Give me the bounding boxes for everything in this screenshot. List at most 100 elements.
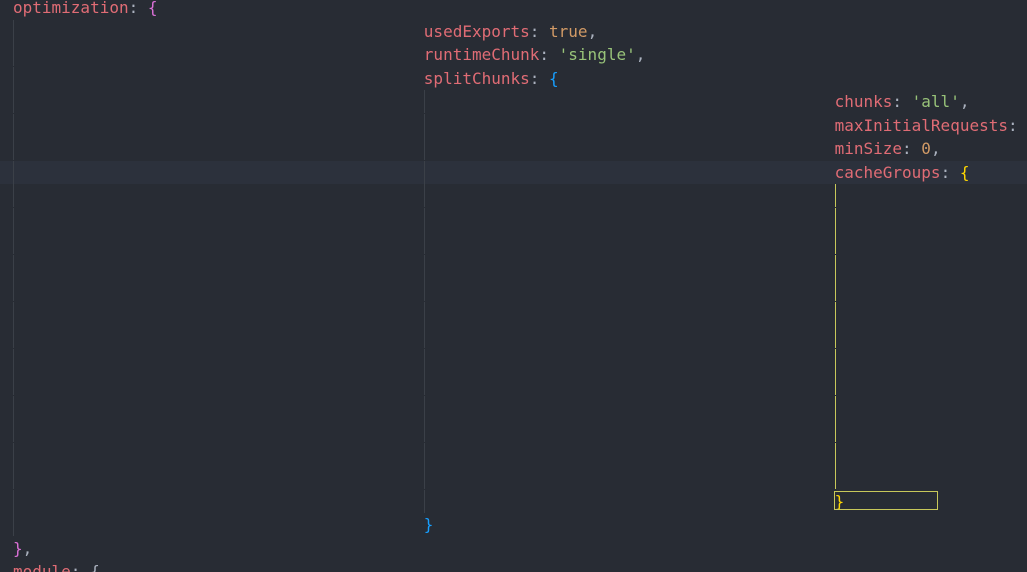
code-token: 'single' xyxy=(558,45,636,64)
indent-guide xyxy=(423,207,425,231)
code-line[interactable]: return `npm.${packageName.replace('@', '… xyxy=(0,419,1027,442)
indent-guide xyxy=(423,231,425,254)
code-line[interactable]: test: /[\\/]node_modules[\\/]/, xyxy=(0,207,1027,231)
code-token: runtimeChunk xyxy=(423,45,540,64)
code-line[interactable]: minSize: 0, xyxy=(0,137,1027,160)
indent-guide xyxy=(834,207,836,231)
indent-guide xyxy=(423,278,425,301)
code-text: runtimeChunk: 'single', xyxy=(424,43,646,66)
code-line[interactable]: } xyxy=(0,466,1027,489)
code-token: , xyxy=(930,139,941,158)
indent-guide xyxy=(13,348,14,372)
indent-guide xyxy=(834,395,836,419)
indent-guide xyxy=(13,395,14,419)
code-line[interactable]: } xyxy=(0,489,1027,513)
code-text: module: { xyxy=(13,560,100,572)
code-token: : xyxy=(1007,115,1027,135)
code-line[interactable]: }, xyxy=(0,537,1027,560)
indent-guide xyxy=(423,466,425,489)
indent-guide xyxy=(423,489,425,513)
indent-guide xyxy=(13,513,14,536)
code-token: splitChunks xyxy=(423,68,530,88)
code-line[interactable]: maxInitialRequests: Infinity, xyxy=(0,113,1027,137)
code-line[interactable]: )[1]; xyxy=(0,348,1027,372)
code-token: , xyxy=(959,92,970,111)
indent-guide xyxy=(834,301,836,325)
code-line[interactable]: name(module) { xyxy=(0,231,1027,254)
indent-guide xyxy=(423,419,425,442)
code-line[interactable]: vendor: { xyxy=(0,184,1027,207)
indent-guide xyxy=(834,231,836,254)
indent-guide xyxy=(13,419,14,442)
code-token: { xyxy=(959,162,970,182)
code-line[interactable]: } xyxy=(0,442,1027,466)
indent-guide xyxy=(834,348,836,372)
indent-guide xyxy=(834,442,836,466)
indent-guide xyxy=(423,184,425,207)
indent-guide xyxy=(13,19,14,43)
code-token: , xyxy=(587,21,598,41)
indent-guide xyxy=(834,466,836,489)
code-line[interactable]: // get the name. E.g. node_modules/packa… xyxy=(0,254,1027,278)
code-text: usedExports: true, xyxy=(424,20,597,43)
code-text: } xyxy=(424,513,434,536)
indent-guide xyxy=(834,372,836,395)
indent-guide xyxy=(13,278,14,301)
indent-guide xyxy=(13,489,14,513)
code-token: , xyxy=(635,45,646,64)
indent-guide xyxy=(13,325,14,348)
code-token: 0 xyxy=(921,139,931,158)
indent-guide xyxy=(423,90,425,113)
indent-guide xyxy=(423,395,425,419)
indent-guide xyxy=(423,160,425,184)
code-token: : { xyxy=(70,562,100,572)
code-token: : xyxy=(940,162,960,182)
code-token: } xyxy=(423,515,434,534)
code-editor[interactable]: optimization: {usedExports: true, runtime… xyxy=(0,0,1027,572)
code-line[interactable]: // npm package names are URL-safe, but s… xyxy=(0,395,1027,419)
indent-guide xyxy=(423,325,425,348)
code-line[interactable]: // or node_modules/packageName xyxy=(0,278,1027,301)
indent-guide xyxy=(423,301,425,325)
code-token: module xyxy=(13,562,71,572)
code-line[interactable] xyxy=(0,372,1027,395)
indent-guide xyxy=(834,278,836,301)
code-token: chunks xyxy=(834,92,893,111)
indent-guide xyxy=(13,207,14,231)
code-line[interactable]: optimization: { xyxy=(0,0,1027,19)
code-token: usedExports xyxy=(423,21,530,41)
indent-guide xyxy=(423,137,425,160)
code-text: cacheGroups: { xyxy=(835,161,970,184)
indent-guide xyxy=(13,66,14,90)
code-text: splitChunks: { xyxy=(424,67,559,90)
indent-guide xyxy=(423,113,425,137)
indent-guide xyxy=(13,301,14,325)
indent-guide xyxy=(13,466,14,489)
indent-guide xyxy=(834,419,836,442)
code-token: true xyxy=(549,21,588,41)
code-line[interactable]: runtimeChunk: 'single', xyxy=(0,43,1027,66)
code-token: , xyxy=(22,538,33,558)
code-text: minSize: 0, xyxy=(835,137,941,160)
indent-guide xyxy=(834,184,836,207)
code-line[interactable]: } xyxy=(0,513,1027,536)
indent-guide xyxy=(13,160,14,184)
bracket-match-highlight xyxy=(833,490,939,510)
indent-guide xyxy=(423,348,425,372)
code-line[interactable]: chunks: 'all', xyxy=(0,90,1027,113)
code-token: } xyxy=(13,538,23,558)
indent-guide xyxy=(834,254,836,278)
code-token: { xyxy=(549,68,559,88)
code-line[interactable]: /[\\/]node_modules[\\/](.*?)([\\/]|$)/ xyxy=(0,325,1027,348)
indent-guide xyxy=(423,372,425,395)
indent-guide xyxy=(13,184,14,207)
code-line[interactable]: const packageName = module.context.match… xyxy=(0,301,1027,325)
code-token: { xyxy=(147,0,158,17)
code-line[interactable]: splitChunks: { xyxy=(0,66,1027,90)
code-line[interactable]: cacheGroups: { xyxy=(0,160,1027,184)
indent-guide xyxy=(13,372,14,395)
code-line[interactable]: usedExports: true, xyxy=(0,19,1027,43)
code-line[interactable]: module: { xyxy=(0,560,1027,572)
code-token: : xyxy=(529,21,550,41)
indent-guide xyxy=(13,137,14,160)
